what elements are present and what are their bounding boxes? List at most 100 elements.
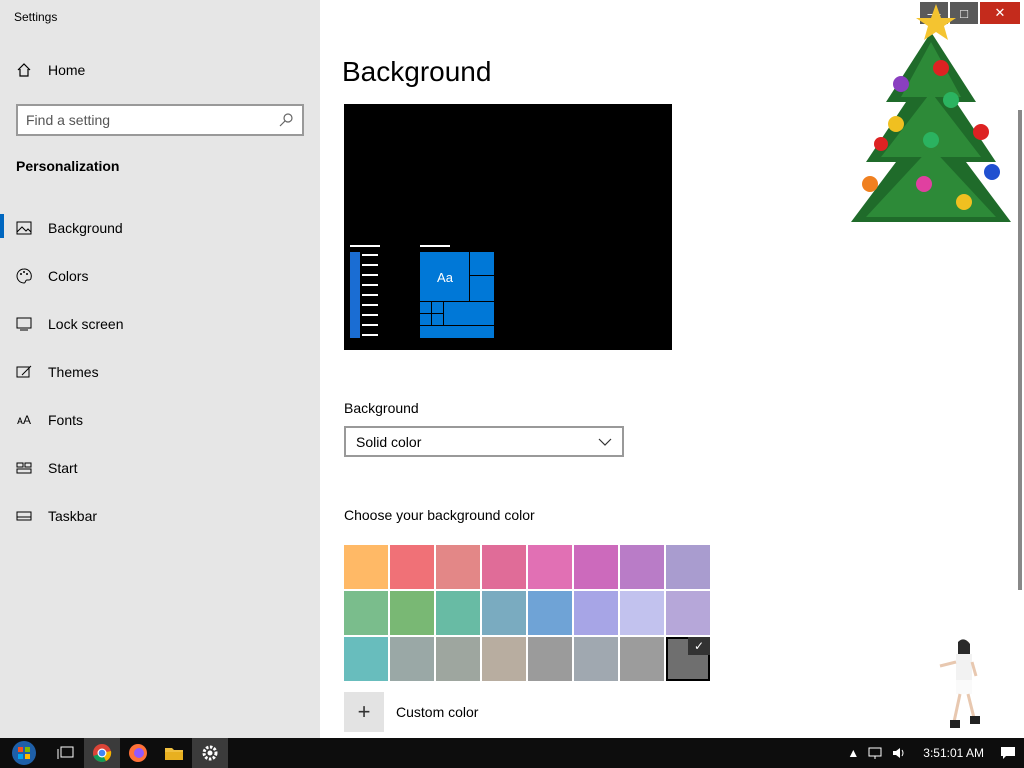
color-swatch[interactable] xyxy=(482,637,526,681)
chevron-up-icon[interactable]: ▲ xyxy=(847,746,859,760)
color-swatch[interactable] xyxy=(436,545,480,589)
sidebar-nav: Background Colors Lock screen Themes ᴀA … xyxy=(0,204,320,540)
color-swatch[interactable] xyxy=(620,545,664,589)
sidebar-item-lock-screen[interactable]: Lock screen xyxy=(0,300,320,348)
color-swatch[interactable] xyxy=(574,545,618,589)
search-box[interactable] xyxy=(16,104,304,136)
preview-start-column xyxy=(350,252,360,338)
sidebar-item-label: Start xyxy=(48,460,78,476)
custom-color-button[interactable]: + Custom color xyxy=(344,692,478,732)
custom-color-label: Custom color xyxy=(396,704,479,720)
color-swatch[interactable] xyxy=(666,545,710,589)
sidebar-item-label: Background xyxy=(48,220,123,236)
start-icon xyxy=(16,460,32,476)
preview-line xyxy=(420,245,450,247)
color-swatch[interactable] xyxy=(390,545,434,589)
color-swatch[interactable] xyxy=(344,545,388,589)
taskbar: ▲ 3:51:01 AM xyxy=(0,738,1024,768)
settings-window: Settings Home Personalization Background xyxy=(0,0,1024,738)
preview-tile xyxy=(469,251,495,277)
dropdown-value: Solid color xyxy=(356,433,422,450)
preview-line xyxy=(362,334,378,336)
preview-line xyxy=(362,294,378,296)
network-icon[interactable] xyxy=(867,746,883,760)
preview-tile xyxy=(431,313,445,327)
dancer-decoration xyxy=(939,639,980,728)
chevron-down-icon xyxy=(598,438,612,446)
color-swatch[interactable] xyxy=(390,637,434,681)
preview-tile xyxy=(469,275,495,303)
preview-tile xyxy=(431,301,445,315)
color-swatch[interactable] xyxy=(528,637,572,681)
color-swatch[interactable] xyxy=(344,637,388,681)
taskbar-icon xyxy=(16,508,32,524)
sidebar-item-label: Lock screen xyxy=(48,316,124,332)
preview-line xyxy=(362,314,378,316)
preview-tile xyxy=(419,313,433,327)
sidebar-item-start[interactable]: Start xyxy=(0,444,320,492)
choose-color-label: Choose your background color xyxy=(344,507,535,523)
preview-tile xyxy=(443,301,495,327)
color-swatch[interactable] xyxy=(390,591,434,635)
firefox-button[interactable] xyxy=(120,738,156,768)
color-swatch[interactable]: ✓ xyxy=(666,637,710,681)
file-explorer-icon xyxy=(165,748,183,760)
file-explorer-button[interactable] xyxy=(156,738,192,768)
color-swatch[interactable] xyxy=(482,545,526,589)
sidebar-item-themes[interactable]: Themes xyxy=(0,348,320,396)
window-title: Settings xyxy=(14,10,58,24)
preview-line xyxy=(362,324,378,326)
preview-line xyxy=(362,274,378,276)
background-label: Background xyxy=(344,400,419,416)
scrollbar[interactable] xyxy=(1018,110,1022,590)
sidebar-item-label: Taskbar xyxy=(48,508,98,524)
search-icon[interactable] xyxy=(278,112,294,128)
sidebar-item-label: Colors xyxy=(48,268,89,284)
home-link[interactable]: Home xyxy=(16,62,85,78)
preview-tile xyxy=(419,325,495,339)
volume-icon[interactable] xyxy=(891,746,907,760)
color-swatch[interactable] xyxy=(666,591,710,635)
sidebar-item-colors[interactable]: Colors xyxy=(0,252,320,300)
page-title: Background xyxy=(342,56,492,87)
plus-icon: + xyxy=(344,692,384,732)
color-swatch[interactable] xyxy=(436,637,480,681)
color-swatch[interactable] xyxy=(528,545,572,589)
sidebar-item-background[interactable]: Background xyxy=(0,204,320,252)
color-swatch[interactable] xyxy=(620,591,664,635)
christmas-tree-decoration xyxy=(851,4,1011,222)
preview-line xyxy=(362,254,378,256)
color-swatch[interactable] xyxy=(482,591,526,635)
preview-line xyxy=(350,245,380,247)
color-swatch[interactable] xyxy=(574,637,618,681)
lock-screen-icon xyxy=(16,316,32,332)
search-input[interactable] xyxy=(26,112,278,128)
desktop-preview: Aa xyxy=(344,104,672,350)
sidebar-item-label: Fonts xyxy=(48,412,84,428)
start-button[interactable] xyxy=(0,738,48,768)
preview-line xyxy=(362,284,378,286)
color-swatch[interactable] xyxy=(528,591,572,635)
preview-line xyxy=(362,304,378,306)
chrome-button[interactable] xyxy=(84,738,120,768)
notification-icon[interactable] xyxy=(1000,746,1016,760)
clock[interactable]: 3:51:01 AM xyxy=(923,746,984,760)
sidebar-item-taskbar[interactable]: Taskbar xyxy=(0,492,320,540)
sidebar: Settings Home Personalization Background xyxy=(0,0,320,738)
section-title: Personalization xyxy=(16,158,120,174)
picture-icon xyxy=(16,220,32,236)
preview-line xyxy=(362,264,378,266)
task-view-icon xyxy=(57,746,74,759)
task-view-button[interactable] xyxy=(48,738,84,768)
color-swatch[interactable] xyxy=(574,591,618,635)
palette-icon xyxy=(16,268,32,284)
preview-tile xyxy=(419,301,433,315)
sidebar-item-fonts[interactable]: ᴀA Fonts xyxy=(0,396,320,444)
settings-button[interactable] xyxy=(192,738,228,768)
system-tray: ▲ 3:51:01 AM xyxy=(847,738,1024,768)
color-swatch[interactable] xyxy=(344,591,388,635)
color-swatch[interactable] xyxy=(436,591,480,635)
color-swatch[interactable] xyxy=(620,637,664,681)
firefox-icon xyxy=(129,744,147,762)
background-type-dropdown[interactable]: Solid color xyxy=(344,426,624,457)
